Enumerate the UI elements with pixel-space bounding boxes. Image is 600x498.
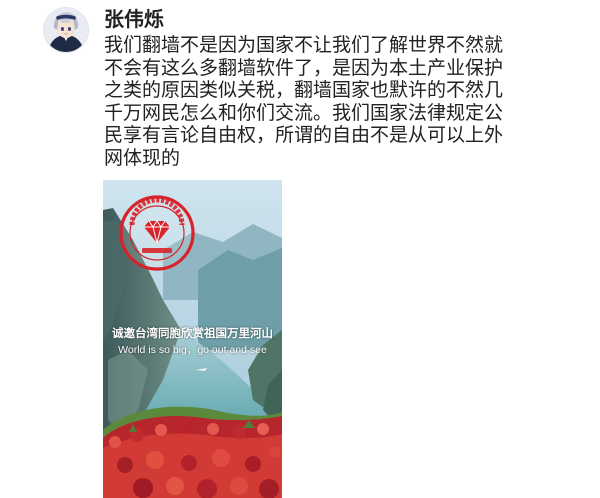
image-caption-en: World is so big，go out and see: [118, 344, 267, 356]
post-content-line: 千万网民怎么和你们交流。我们国家法律规定公: [104, 101, 504, 124]
post-content-line: 网体现的: [104, 146, 181, 169]
post-content-line: 之类的原因类似关税，翻墙国家也默许的不然几: [104, 79, 504, 101]
post-content-line: 不会有这么多翻墙软件了，是因为本土产业保护: [104, 56, 504, 79]
post-image[interactable]: 诚邀台湾同胞欣赏祖国万里河山 World is so big，go out an…: [103, 180, 282, 498]
username[interactable]: 张伟烁: [104, 6, 164, 32]
weibo-post: 张伟烁 我们翻墙不是因为国家不让我们了解世界不然就 不会有这么多翻墙软件了，是因…: [0, 0, 600, 498]
post-content: 我们翻墙不是因为国家不让我们了解世界不然就 不会有这么多翻墙软件了，是因为本土产…: [104, 34, 584, 169]
post-content-line: 民享有言论自由权，所谓的自由不是从可以上外: [104, 124, 504, 146]
stamp-seal: [119, 195, 195, 271]
image-caption-cn: 诚邀台湾同胞欣赏祖国万里河山: [112, 326, 273, 340]
anime-character-icon: [44, 8, 88, 52]
post-content-line: 我们翻墙不是因为国家不让我们了解世界不然就: [104, 34, 504, 56]
avatar[interactable]: [44, 8, 88, 52]
